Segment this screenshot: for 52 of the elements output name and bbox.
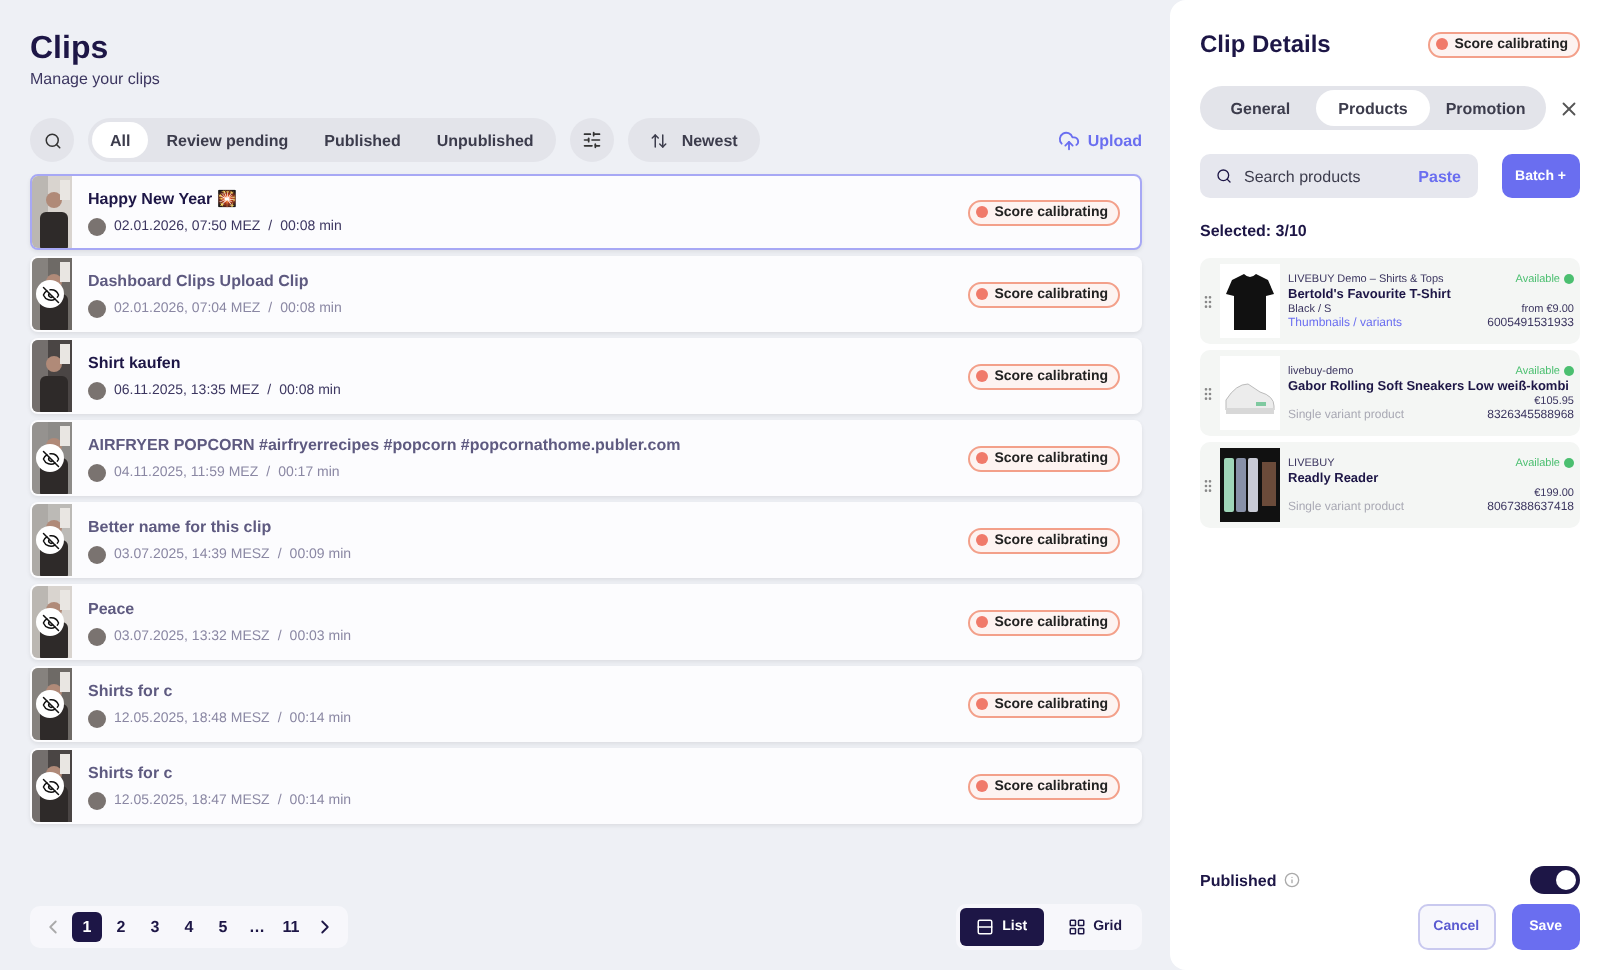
published-label: Published <box>1200 871 1277 889</box>
filter-tab[interactable]: All <box>92 122 149 158</box>
cloud-upload-icon <box>1057 129 1080 151</box>
search-icon <box>43 131 61 149</box>
clip-title: Dashboard Clips Upload Clip <box>88 271 311 289</box>
page-button[interactable]: … <box>242 912 272 942</box>
details-tab[interactable]: Products <box>1316 90 1430 126</box>
upload-button[interactable]: Upload <box>1057 129 1142 151</box>
page-title: Clips <box>30 32 111 68</box>
avatar <box>88 217 106 235</box>
clip-title: Peace <box>88 599 137 617</box>
avatar <box>88 627 106 645</box>
sort-button[interactable]: Newest <box>627 118 760 162</box>
drag-handle-icon[interactable] <box>1200 477 1216 493</box>
drag-handle-icon[interactable] <box>1200 385 1216 401</box>
avatar <box>88 545 106 563</box>
avatar <box>88 463 106 481</box>
page-button[interactable]: 1 <box>72 912 102 942</box>
panel-title: Clip Details <box>1200 30 1331 58</box>
page-subtitle: Manage your clips <box>30 70 162 88</box>
page-button[interactable]: 4 <box>174 912 204 942</box>
close-icon[interactable] <box>1558 97 1580 119</box>
page-button[interactable]: 11 <box>276 912 306 942</box>
clip-title: Happy New Year 🎇 <box>88 189 239 207</box>
list-icon <box>976 918 995 936</box>
search-icon <box>1216 168 1232 184</box>
clip-title: Better name for this clip <box>88 517 274 535</box>
page-button[interactable]: 3 <box>140 912 170 942</box>
filter-settings-button[interactable] <box>569 118 614 162</box>
sliders-icon <box>581 130 602 150</box>
search-button[interactable] <box>30 118 74 162</box>
avatar <box>88 709 106 727</box>
clip-title: Shirts for c <box>88 763 175 781</box>
page-button[interactable]: 5 <box>208 912 238 942</box>
clip-title: AIRFRYER POPCORN #airfryerrecipes #popcorn #popcornathome.publer.com <box>88 435 683 453</box>
selected-count: Selected: 3/10 <box>1200 222 1309 240</box>
page-button[interactable]: 2 <box>106 912 136 942</box>
avatar <box>88 299 106 317</box>
avatar <box>88 381 106 399</box>
grid-icon <box>1067 918 1086 936</box>
published-toggle[interactable] <box>1530 866 1580 894</box>
clip-title: Shirt kaufen <box>88 353 183 371</box>
sort-arrows-icon <box>649 131 668 149</box>
avatar <box>88 791 106 809</box>
drag-handle-icon[interactable] <box>1200 293 1216 309</box>
filter-tab[interactable]: Unpublished <box>418 122 552 158</box>
details-tab[interactable]: Promotion <box>1429 90 1542 126</box>
filter-tab[interactable]: Review pending <box>148 122 307 158</box>
filter-tab[interactable]: Published <box>306 122 419 158</box>
clip-title: Shirts for c <box>88 681 175 699</box>
info-icon <box>1284 872 1301 888</box>
details-tab[interactable]: General <box>1204 90 1317 126</box>
